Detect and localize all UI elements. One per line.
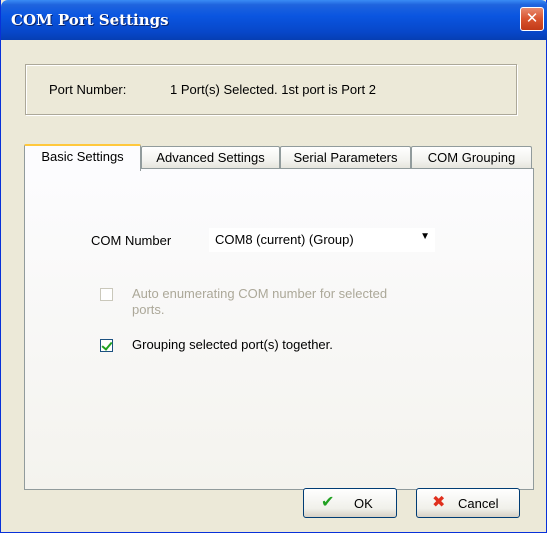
com-number-label: COM Number xyxy=(91,233,172,248)
grouping-label[interactable]: Grouping selected port(s) together. xyxy=(132,337,333,353)
window-title: COM Port Settings xyxy=(11,11,169,29)
tab-label: Serial Parameters xyxy=(293,150,398,165)
dropdown-arrow-icon[interactable]: ▼ xyxy=(420,231,430,242)
cancel-button[interactable]: ✖ Cancel xyxy=(416,488,520,518)
tab-basic-settings[interactable]: Basic Settings xyxy=(24,144,141,171)
auto-enumerate-label-line2: ports. xyxy=(132,302,165,317)
auto-enumerate-label: Auto enumerating COM number for selected… xyxy=(132,286,387,318)
port-number-label: Port Number: xyxy=(49,82,127,97)
settings-tabs: Basic Settings Advanced Settings Serial … xyxy=(24,144,534,171)
com-port-settings-dialog: COM Port Settings ✕ Port Number: 1 Port(… xyxy=(0,0,547,533)
auto-enumerate-label-line1: Auto enumerating COM number for selected xyxy=(132,286,388,301)
basic-settings-panel: COM Number COM8 (current) (Group) ▼ Auto… xyxy=(24,168,534,490)
x-icon: ✖ xyxy=(432,494,446,511)
check-icon: ✔ xyxy=(321,494,335,511)
auto-enumerate-checkbox[interactable] xyxy=(100,288,113,301)
com-number-select[interactable]: COM8 (current) (Group) ▼ xyxy=(209,228,435,252)
close-icon: ✕ xyxy=(525,10,539,27)
dialog-body: Port Number: 1 Port(s) Selected. 1st por… xyxy=(4,40,543,530)
tab-advanced-settings[interactable]: Advanced Settings xyxy=(141,146,280,169)
tab-serial-parameters[interactable]: Serial Parameters xyxy=(280,146,411,169)
cancel-button-label: Cancel xyxy=(458,496,499,511)
tab-label: Basic Settings xyxy=(41,149,124,164)
port-number-panel: Port Number: 1 Port(s) Selected. 1st por… xyxy=(25,64,517,115)
title-bar[interactable]: COM Port Settings ✕ xyxy=(1,0,547,40)
port-number-value: 1 Port(s) Selected. 1st port is Port 2 xyxy=(170,82,376,97)
close-button[interactable]: ✕ xyxy=(520,7,544,31)
grouping-checkbox[interactable] xyxy=(100,339,113,352)
tab-label: COM Grouping xyxy=(427,150,516,165)
tab-label: Advanced Settings xyxy=(156,150,265,165)
ok-button-label: OK xyxy=(354,496,373,511)
tab-com-grouping[interactable]: COM Grouping xyxy=(411,146,532,169)
com-number-value: COM8 (current) (Group) xyxy=(215,232,354,247)
ok-button[interactable]: ✔ OK xyxy=(303,488,397,518)
